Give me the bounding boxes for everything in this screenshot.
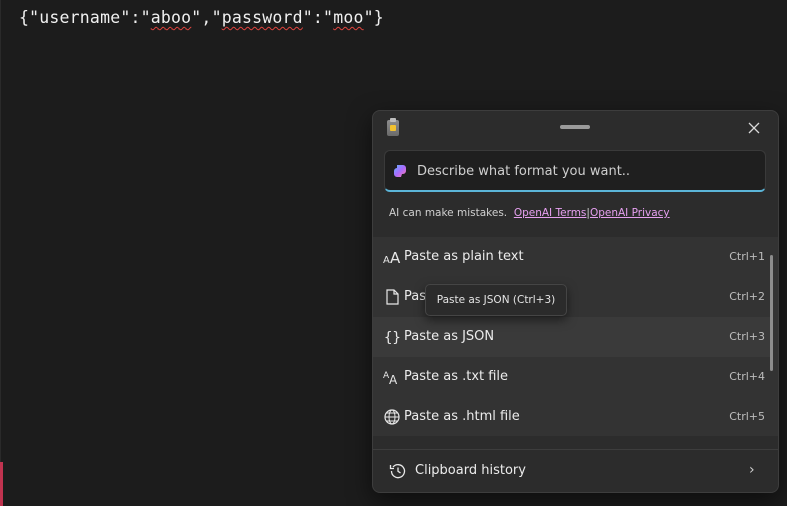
item-label: Paste as .txt file <box>404 369 509 384</box>
divider <box>373 449 778 450</box>
paste-json-item[interactable]: {} Paste as JSON Ctrl+3 <box>373 317 771 357</box>
prompt-input[interactable] <box>417 151 757 191</box>
chevron-right-icon: › <box>749 462 755 478</box>
misspelled-word: moo <box>333 8 364 27</box>
paste-html-file-item[interactable]: Paste as .html file Ctrl+5 <box>373 397 771 437</box>
paste-txt-file-item[interactable]: AA Paste as .txt file Ctrl+4 <box>373 357 771 397</box>
editor-edge <box>0 0 1 506</box>
item-shortcut: Ctrl+5 <box>729 410 765 423</box>
close-icon <box>748 122 760 134</box>
item-label: Paste as .html file <box>404 409 520 424</box>
paste-plain-text-item[interactable]: AA Paste as plain text Ctrl+1 <box>373 237 771 277</box>
editor-line[interactable]: {"username":"aboo","password":"moo"} <box>19 8 384 27</box>
item-label: Paste as plain text <box>404 249 524 264</box>
editor-text-segment: {"username":" <box>19 8 151 27</box>
item-shortcut: Ctrl+1 <box>729 250 765 263</box>
clipboard-history-button[interactable]: Clipboard history › <box>373 451 778 491</box>
item-label: Paste as JSON <box>404 329 495 344</box>
item-shortcut: Ctrl+4 <box>729 370 765 383</box>
text-size-icon: AA <box>383 249 401 266</box>
editor-text-segment: "} <box>363 8 384 27</box>
ai-prompt-box[interactable] <box>384 150 766 192</box>
svg-text:A: A <box>383 255 390 266</box>
item-shortcut: Ctrl+2 <box>729 290 765 303</box>
item-shortcut: Ctrl+3 <box>729 330 765 343</box>
braces-icon: {} <box>384 330 401 346</box>
tooltip-text: Paste as JSON (Ctrl+3) <box>436 294 556 306</box>
panel-titlebar[interactable] <box>373 111 778 145</box>
clipboard-app-icon <box>387 118 399 136</box>
globe-icon <box>384 409 400 425</box>
misspelled-word: aboo <box>150 8 192 27</box>
openai-terms-link[interactable]: OpenAI Terms <box>514 207 587 219</box>
drag-handle[interactable] <box>560 125 590 129</box>
list-scrollbar[interactable] <box>770 255 773 371</box>
openai-privacy-link[interactable]: OpenAI Privacy <box>590 207 670 219</box>
editor-text-segment: ":" <box>302 8 334 27</box>
editor-text-segment: "," <box>191 8 222 27</box>
close-button[interactable] <box>741 117 767 139</box>
paste-options-list: AA Paste as plain text Ctrl+1 Past Ctrl+… <box>373 237 778 436</box>
svg-text:A: A <box>390 249 401 266</box>
ai-disclaimer: AI can make mistakes. OpenAI Terms|OpenA… <box>389 207 670 219</box>
misspelled-word: password <box>221 8 303 27</box>
text-file-icon: AA <box>383 371 398 386</box>
taskbar-accent <box>0 462 3 506</box>
svg-text:A: A <box>389 373 398 386</box>
shortcut-tooltip: Paste as JSON (Ctrl+3) <box>425 284 567 316</box>
history-icon <box>389 464 406 479</box>
svg-text:{}: {} <box>384 330 401 346</box>
history-label: Clipboard history <box>415 463 526 478</box>
disclaimer-text: AI can make mistakes. <box>389 207 508 219</box>
document-icon <box>386 289 399 305</box>
copilot-icon <box>394 165 406 177</box>
